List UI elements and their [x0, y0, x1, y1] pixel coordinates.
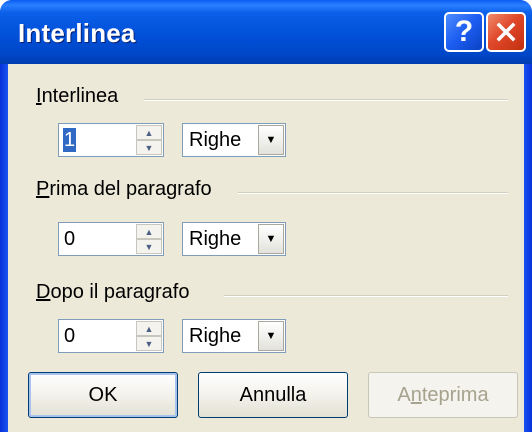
- dropdown-arrow-icon[interactable]: ▼: [258, 125, 284, 155]
- help-button[interactable]: ?: [444, 12, 484, 52]
- before-paragraph-input[interactable]: 0: [63, 227, 76, 251]
- group-label-prima: Prima del paragrafo: [36, 178, 218, 201]
- cancel-button[interactable]: Annulla: [198, 372, 348, 418]
- spin-up-icon[interactable]: ▲: [136, 224, 162, 239]
- after-paragraph-unit-value: Righe: [189, 325, 242, 347]
- before-paragraph-unit-value: Righe: [189, 228, 242, 250]
- close-button[interactable]: [486, 12, 526, 52]
- before-paragraph-spin-buttons: ▲ ▼: [136, 224, 162, 254]
- group-separator-dopo: [224, 295, 508, 297]
- spin-up-icon[interactable]: ▲: [136, 321, 162, 336]
- title-bar[interactable]: Interlinea ?: [0, 0, 532, 64]
- line-spacing-unit-value: Righe: [189, 129, 242, 151]
- line-spacing-spinner[interactable]: 1 ▲ ▼: [58, 123, 164, 157]
- group-separator-interlinea: [144, 99, 508, 101]
- line-spacing-spin-buttons: ▲ ▼: [136, 125, 162, 155]
- window-border-left: [0, 64, 8, 432]
- dialog-window: Interlinea ? Interlinea 1 ▲ ▼ Righe ▼ Pr…: [0, 0, 532, 432]
- before-paragraph-unit-select[interactable]: Righe ▼: [182, 222, 286, 256]
- spin-down-icon[interactable]: ▼: [136, 336, 162, 351]
- dropdown-arrow-icon[interactable]: ▼: [258, 224, 284, 254]
- ok-button-label: OK: [88, 383, 118, 406]
- line-spacing-input[interactable]: 1: [63, 128, 77, 152]
- after-paragraph-unit-select[interactable]: Righe ▼: [182, 319, 286, 353]
- spin-down-icon[interactable]: ▼: [136, 140, 162, 155]
- dialog-title: Interlinea: [18, 18, 136, 48]
- ok-button[interactable]: OK: [28, 372, 178, 418]
- help-icon: ?: [454, 15, 474, 48]
- group-label-dopo: Dopo il paragrafo: [36, 281, 196, 304]
- spin-down-icon[interactable]: ▼: [136, 239, 162, 254]
- dropdown-arrow-icon[interactable]: ▼: [258, 321, 284, 351]
- group-separator-prima: [238, 192, 508, 194]
- preview-button-label: Anteprima: [397, 383, 489, 406]
- group-label-interlinea: Interlinea: [36, 85, 125, 108]
- line-spacing-unit-select[interactable]: Righe ▼: [182, 123, 286, 157]
- after-paragraph-input[interactable]: 0: [63, 324, 76, 348]
- window-border-right: [524, 64, 532, 432]
- spin-up-icon[interactable]: ▲: [136, 125, 162, 140]
- before-paragraph-spinner[interactable]: 0 ▲ ▼: [58, 222, 164, 256]
- after-paragraph-spinner[interactable]: 0 ▲ ▼: [58, 319, 164, 353]
- preview-button[interactable]: Anteprima: [368, 372, 518, 418]
- close-icon: [496, 22, 516, 42]
- cancel-button-label: Annulla: [239, 383, 307, 406]
- after-paragraph-spin-buttons: ▲ ▼: [136, 321, 162, 351]
